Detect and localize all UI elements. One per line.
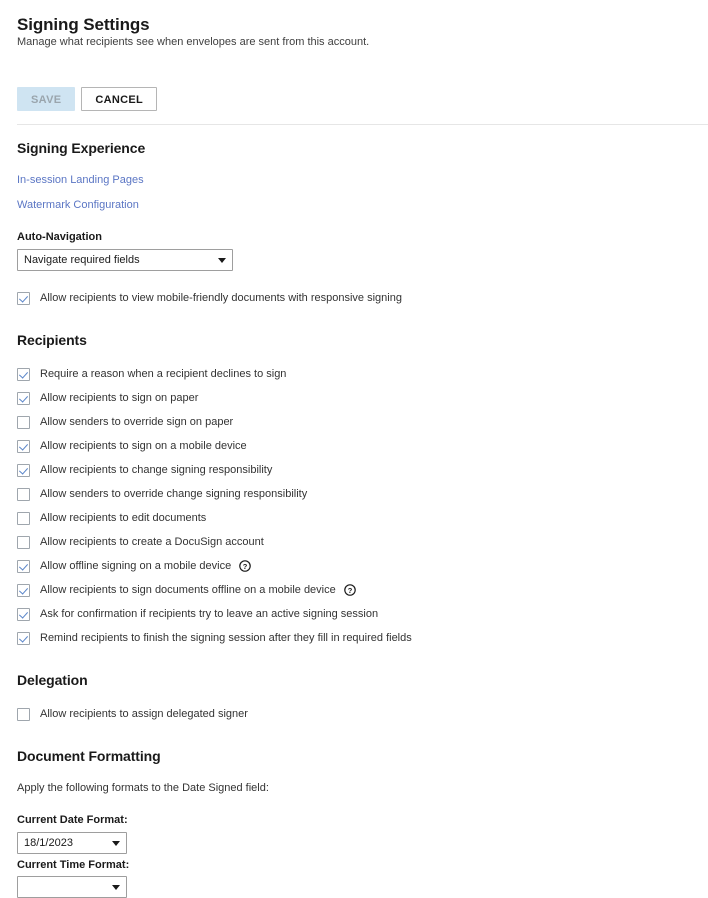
header-divider bbox=[17, 124, 708, 125]
checkmark-icon[interactable] bbox=[17, 391, 30, 405]
section-heading-recipients: Recipients bbox=[17, 332, 87, 348]
settings-content: Signing Experience In-session Landing Pa… bbox=[17, 140, 708, 898]
checkbox-label: Allow recipients to edit documents bbox=[40, 512, 207, 524]
current-date-format-select[interactable]: 18/1/2023 bbox=[17, 832, 127, 854]
checkbox-label: Require a reason when a recipient declin… bbox=[40, 368, 287, 380]
action-button-row: SAVE CANCEL bbox=[17, 87, 157, 111]
auto-navigation-select[interactable]: Navigate required fields bbox=[17, 249, 233, 271]
chevron-down-icon bbox=[218, 257, 226, 263]
checkbox-label: Allow senders to override sign on paper bbox=[40, 416, 234, 428]
page-subtitle: Manage what recipients see when envelope… bbox=[17, 36, 370, 48]
auto-navigation-label: Auto-Navigation bbox=[17, 231, 102, 243]
signing-settings-page: Signing Settings Manage what recipients … bbox=[0, 0, 708, 898]
checkbox-row[interactable]: Allow recipients to assign delegated sig… bbox=[17, 702, 708, 726]
chevron-down-icon bbox=[112, 884, 120, 890]
checkbox-label: Allow recipients to sign on paper bbox=[40, 392, 199, 404]
checkbox-label: Allow offline signing on a mobile device bbox=[40, 560, 232, 572]
current-date-format-label: Current Date Format: bbox=[17, 814, 128, 826]
document-formatting-description: Apply the following formats to the Date … bbox=[17, 782, 269, 794]
checkmark-icon[interactable] bbox=[17, 707, 30, 721]
link-in-session-landing-pages[interactable]: In-session Landing Pages bbox=[17, 174, 708, 186]
checkbox-row[interactable]: Remind recipients to finish the signing … bbox=[17, 626, 708, 650]
save-button[interactable]: SAVE bbox=[17, 87, 76, 111]
question-mark-circle-icon[interactable]: ? bbox=[239, 560, 252, 572]
current-time-format-label: Current Time Format: bbox=[17, 859, 130, 871]
question-mark-circle-icon[interactable]: ? bbox=[343, 584, 356, 596]
checkbox-row[interactable]: Allow recipients to sign on a mobile dev… bbox=[17, 434, 708, 458]
checkbox-label: Allow recipients to view mobile-friendly… bbox=[40, 292, 402, 304]
checkbox-row[interactable]: Allow recipients to create a DocuSign ac… bbox=[17, 530, 708, 554]
checkmark-icon[interactable] bbox=[17, 291, 30, 305]
checkmark-icon[interactable] bbox=[17, 535, 30, 549]
recipients-checkbox-list: Require a reason when a recipient declin… bbox=[17, 362, 708, 650]
checkbox-label: Remind recipients to finish the signing … bbox=[40, 632, 412, 644]
checkbox-label: Allow recipients to assign delegated sig… bbox=[40, 708, 248, 720]
section-heading-document-formatting: Document Formatting bbox=[17, 748, 161, 764]
checkmark-icon[interactable] bbox=[17, 583, 30, 597]
checkmark-icon[interactable] bbox=[17, 559, 30, 573]
page-title: Signing Settings bbox=[17, 15, 150, 35]
checkbox-row[interactable]: Allow recipients to edit documents bbox=[17, 506, 708, 530]
chevron-down-icon bbox=[112, 840, 120, 846]
checkmark-icon[interactable] bbox=[17, 367, 30, 381]
checkbox-label: Allow recipients to sign on a mobile dev… bbox=[40, 440, 247, 452]
checkbox-row[interactable]: Allow senders to override change signing… bbox=[17, 482, 708, 506]
checkbox-row[interactable]: Require a reason when a recipient declin… bbox=[17, 362, 708, 386]
checkmark-icon[interactable] bbox=[17, 415, 30, 429]
auto-navigation-value: Navigate required fields bbox=[24, 254, 140, 266]
svg-text:?: ? bbox=[243, 562, 248, 571]
section-heading-delegation: Delegation bbox=[17, 672, 88, 688]
checkbox-row-responsive-signing[interactable]: Allow recipients to view mobile-friendly… bbox=[17, 286, 708, 310]
checkbox-label: Allow recipients to sign documents offli… bbox=[40, 584, 336, 596]
checkbox-row[interactable]: Allow recipients to change signing respo… bbox=[17, 458, 708, 482]
checkmark-icon[interactable] bbox=[17, 607, 30, 621]
checkbox-row[interactable]: Ask for confirmation if recipients try t… bbox=[17, 602, 708, 626]
checkbox-row[interactable]: Allow offline signing on a mobile device… bbox=[17, 554, 708, 578]
checkbox-label: Allow recipients to change signing respo… bbox=[40, 464, 273, 476]
checkbox-row[interactable]: Allow senders to override sign on paper bbox=[17, 410, 708, 434]
checkmark-icon[interactable] bbox=[17, 631, 30, 645]
section-heading-signing-experience: Signing Experience bbox=[17, 140, 146, 156]
checkbox-row[interactable]: Allow recipients to sign documents offli… bbox=[17, 578, 708, 602]
checkmark-icon[interactable] bbox=[17, 439, 30, 453]
checkbox-row[interactable]: Allow recipients to sign on paper bbox=[17, 386, 708, 410]
svg-text:?: ? bbox=[347, 586, 352, 595]
checkbox-label: Allow recipients to create a DocuSign ac… bbox=[40, 536, 264, 548]
checkmark-icon[interactable] bbox=[17, 463, 30, 477]
cancel-button[interactable]: CANCEL bbox=[81, 87, 157, 111]
checkmark-icon[interactable] bbox=[17, 487, 30, 501]
link-watermark-configuration[interactable]: Watermark Configuration bbox=[17, 199, 708, 211]
checkbox-label: Allow senders to override change signing… bbox=[40, 488, 308, 500]
current-date-format-value: 18/1/2023 bbox=[24, 837, 73, 849]
checkbox-label: Ask for confirmation if recipients try t… bbox=[40, 608, 379, 620]
current-time-format-select[interactable] bbox=[17, 876, 127, 898]
delegation-checkbox-list: Allow recipients to assign delegated sig… bbox=[17, 702, 708, 726]
checkmark-icon[interactable] bbox=[17, 511, 30, 525]
